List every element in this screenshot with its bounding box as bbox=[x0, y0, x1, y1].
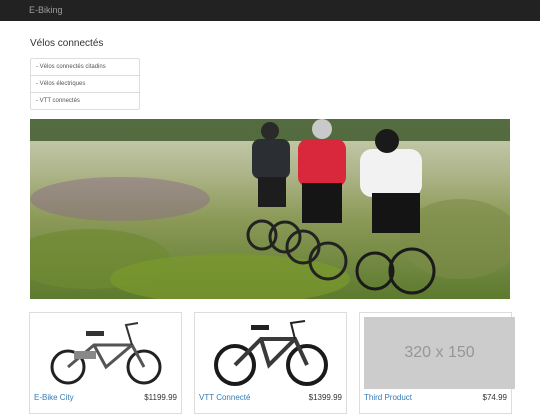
category-item-electriques[interactable]: - Vélos électriques bbox=[30, 75, 140, 93]
hero-carousel[interactable] bbox=[30, 119, 510, 299]
image-placeholder: 320 x 150 bbox=[364, 317, 515, 389]
product-price: $1199.99 bbox=[144, 393, 177, 402]
category-item-vtt[interactable]: - VTT connectés bbox=[30, 92, 140, 110]
product-card-third: 320 x 150 Third Product $74.99 bbox=[359, 312, 515, 414]
product-card-ebike-city: E-Bike City $1199.99 bbox=[29, 312, 182, 414]
third-product-image: 320 x 150 bbox=[364, 317, 515, 389]
product-card-vtt-connecte: VTT Connecté $1399.99 bbox=[194, 312, 347, 414]
ebike-city-image bbox=[50, 322, 162, 385]
category-item-citadins[interactable]: - Vélos connectés citadins bbox=[30, 58, 140, 76]
product-name-link[interactable]: E-Bike City bbox=[34, 393, 74, 402]
product-price: $1399.99 bbox=[308, 393, 342, 402]
vtt-connecte-image bbox=[214, 320, 328, 386]
product-name-link[interactable]: VTT Connecté bbox=[199, 393, 250, 402]
product-price: $74.99 bbox=[482, 393, 507, 402]
category-list: - Vélos connectés citadins - Vélos élect… bbox=[30, 58, 140, 110]
navbar: E-Biking bbox=[0, 0, 540, 21]
product-name-link[interactable]: Third Product bbox=[364, 393, 412, 402]
sidebar-title: Vélos connectés bbox=[30, 38, 104, 49]
brand-link[interactable]: E-Biking bbox=[29, 5, 63, 15]
hero-image bbox=[30, 119, 510, 299]
